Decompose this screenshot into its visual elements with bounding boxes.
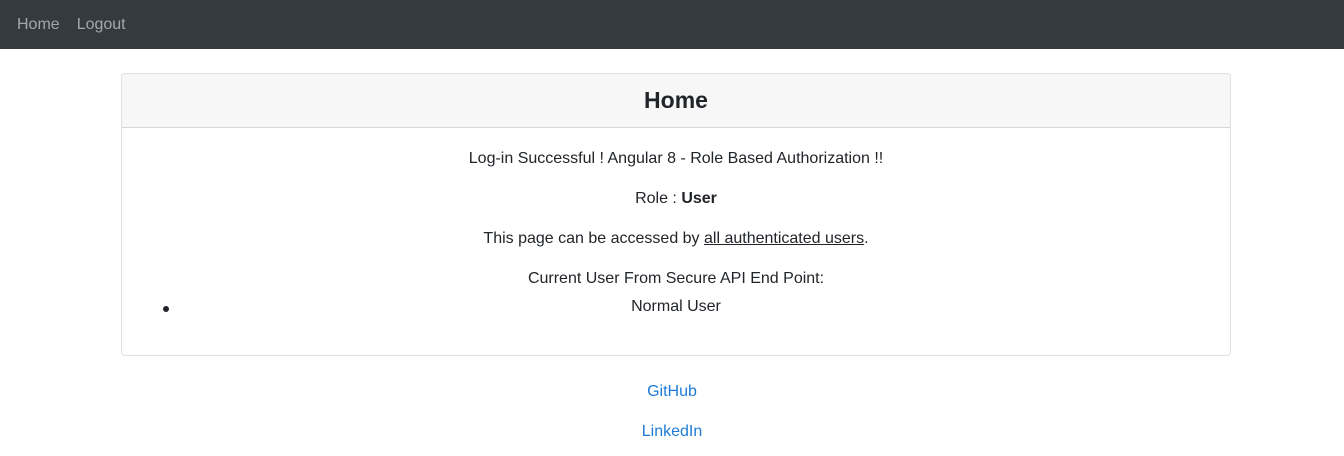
footer-github: GitHub: [0, 383, 1344, 401]
access-line: This page can be accessed by all authent…: [122, 230, 1230, 248]
card-title: Home: [122, 74, 1230, 128]
api-heading: Current User From Secure API End Point:: [527, 270, 825, 287]
role-label: Role :: [635, 190, 682, 207]
access-text: This page can be accessed by: [483, 230, 704, 247]
access-suffix: .: [864, 230, 869, 247]
home-card: Home Log-in Successful ! Angular 8 - Rol…: [121, 73, 1231, 356]
all-authenticated-users-link[interactable]: all authenticated users: [704, 230, 864, 247]
github-link[interactable]: GitHub: [647, 383, 697, 400]
top-navbar: Home Logout: [0, 0, 1344, 49]
linkedin-link[interactable]: LinkedIn: [642, 423, 703, 440]
footer-linkedin: LinkedIn: [0, 423, 1344, 441]
nav-home-link[interactable]: Home: [17, 16, 60, 34]
role-value: User: [681, 190, 717, 207]
nav-logout-link[interactable]: Logout: [77, 16, 126, 34]
login-success-message: Log-in Successful ! Angular 8 - Role Bas…: [468, 150, 884, 167]
role-line: Role : User: [122, 190, 1230, 208]
list-item: Normal User: [631, 298, 721, 315]
